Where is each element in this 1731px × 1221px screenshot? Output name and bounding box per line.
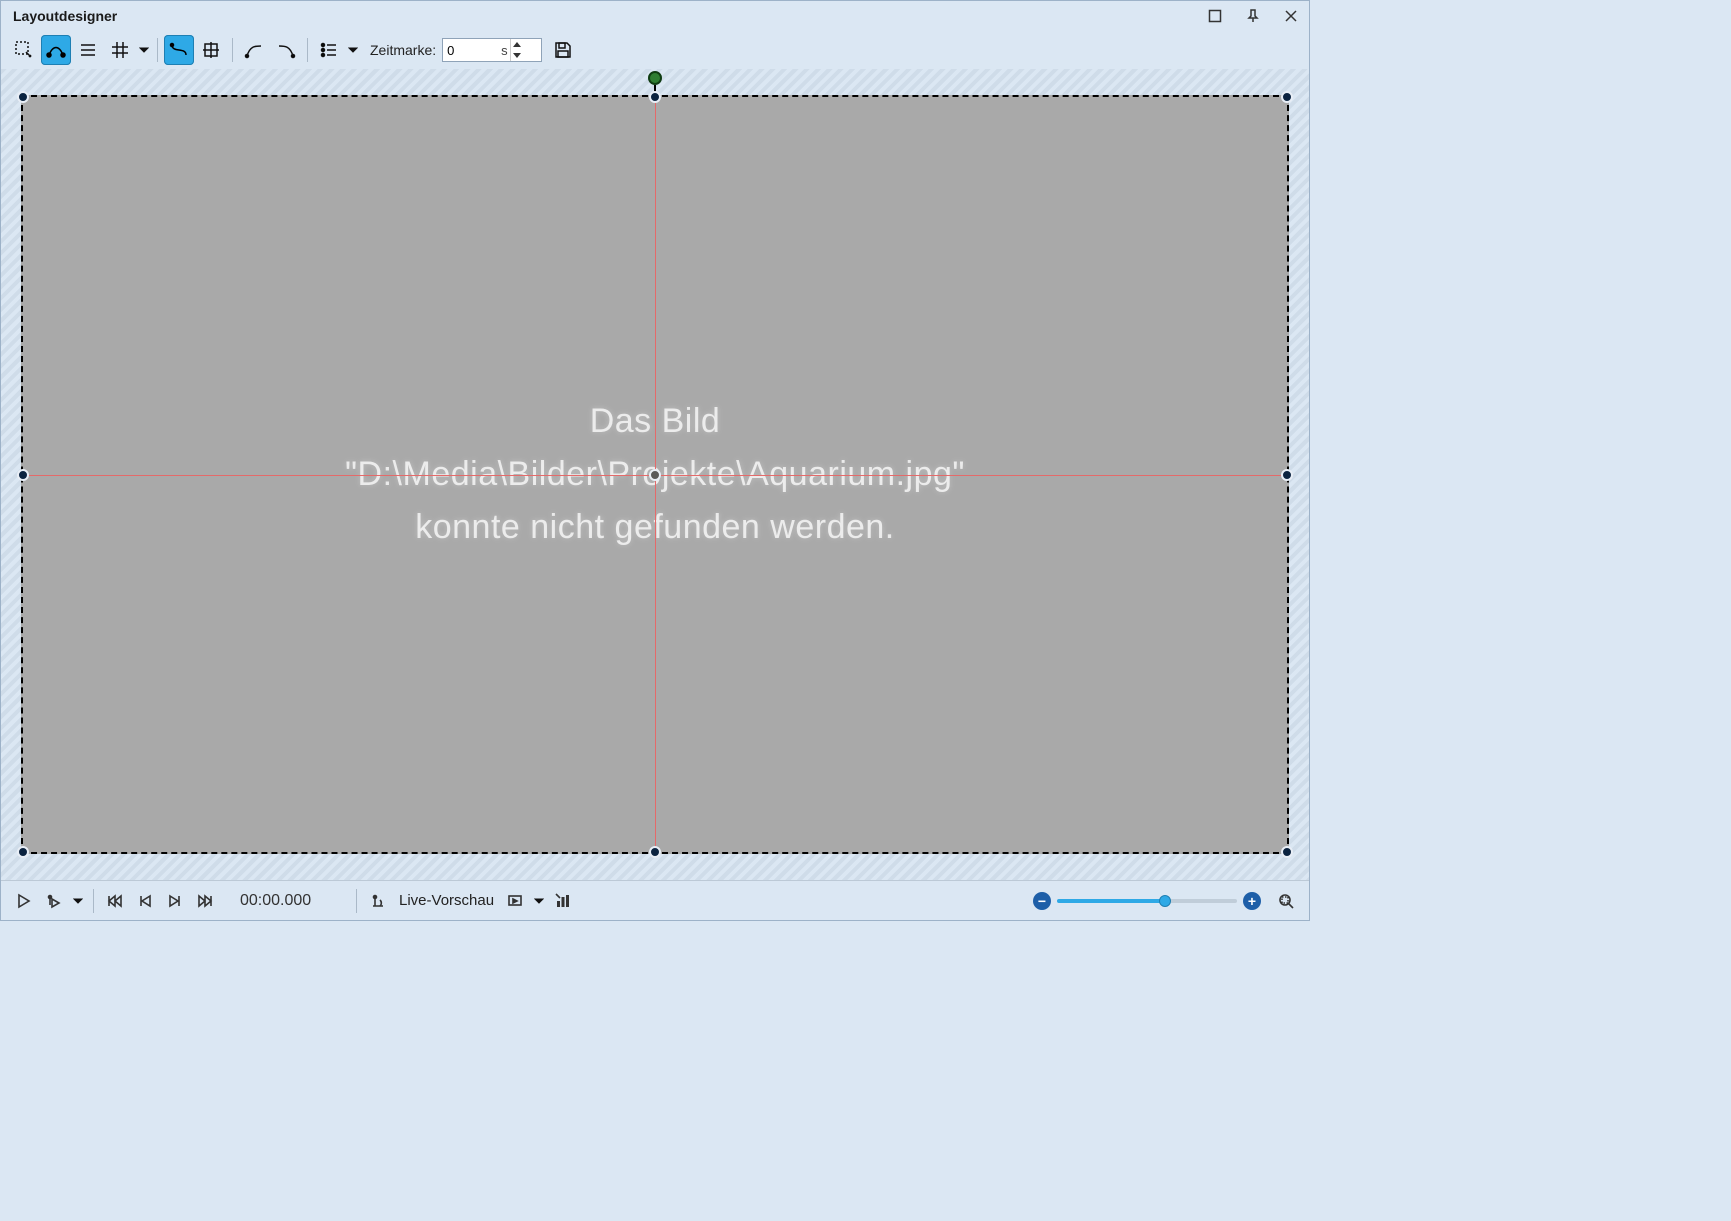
rotation-handle[interactable]	[648, 71, 662, 85]
zoom-controls: − +	[1033, 888, 1299, 914]
time-label: Zeitmarke:	[370, 42, 436, 58]
center-handle[interactable]	[649, 469, 661, 481]
zoom-fit-button[interactable]	[1273, 888, 1299, 914]
statusbar-separator	[93, 889, 94, 913]
zoom-slider-thumb[interactable]	[1159, 895, 1171, 907]
resize-handle-se[interactable]	[1281, 846, 1293, 858]
resize-handle-ne[interactable]	[1281, 91, 1293, 103]
close-button[interactable]	[1283, 8, 1299, 24]
play-button[interactable]	[11, 888, 37, 914]
resize-handle-s[interactable]	[649, 846, 661, 858]
pin-button[interactable]	[1245, 8, 1261, 24]
step-forward-button[interactable]	[162, 888, 188, 914]
time-input[interactable]: s	[442, 38, 542, 62]
time-unit: s	[501, 43, 510, 58]
preview-window-button[interactable]	[502, 888, 528, 914]
resize-handle-e[interactable]	[1281, 469, 1293, 481]
curve-end-button[interactable]	[271, 35, 301, 65]
play-from-marker-button[interactable]	[41, 888, 67, 914]
motion-path-button[interactable]	[164, 35, 194, 65]
list-button[interactable]	[314, 35, 344, 65]
live-preview-label: Live-Vorschau	[399, 892, 494, 909]
maximize-button[interactable]	[1207, 8, 1223, 24]
resize-handle-w[interactable]	[17, 469, 29, 481]
resize-handle-n[interactable]	[649, 91, 661, 103]
resize-handle-sw[interactable]	[17, 846, 29, 858]
window-controls	[1207, 8, 1299, 24]
zoom-out-button[interactable]: −	[1033, 892, 1051, 910]
toolbar: Zeitmarke: s	[1, 31, 1309, 69]
path-tool-button[interactable]	[41, 35, 71, 65]
zoom-slider[interactable]	[1057, 899, 1237, 903]
time-spinner-down[interactable]	[511, 50, 524, 61]
save-button[interactable]	[548, 35, 578, 65]
list-dropdown[interactable]	[346, 45, 360, 55]
goto-end-button[interactable]	[192, 888, 218, 914]
play-dropdown[interactable]	[71, 896, 85, 906]
toolbar-separator	[232, 38, 233, 62]
canvas-area[interactable]: Das Bild "D:\Media\Bilder\Projekte\Aquar…	[1, 69, 1309, 880]
canvas-selection[interactable]: Das Bild "D:\Media\Bilder\Projekte\Aquar…	[21, 95, 1289, 854]
curve-start-button[interactable]	[239, 35, 269, 65]
time-spinner-up[interactable]	[511, 39, 524, 50]
grid-dropdown[interactable]	[137, 45, 151, 55]
goto-start-button[interactable]	[102, 888, 128, 914]
live-preview-icon[interactable]	[365, 888, 391, 914]
toolbar-separator	[157, 38, 158, 62]
settings-bars-button[interactable]	[550, 888, 576, 914]
step-back-button[interactable]	[132, 888, 158, 914]
toolbar-separator	[307, 38, 308, 62]
timecode-display: 00:00.000	[240, 892, 330, 910]
keyframe-button[interactable]	[196, 35, 226, 65]
align-tool-button[interactable]	[73, 35, 103, 65]
resize-handle-nw[interactable]	[17, 91, 29, 103]
statusbar-separator	[356, 889, 357, 913]
zoom-in-button[interactable]: +	[1243, 892, 1261, 910]
preview-dropdown[interactable]	[532, 896, 546, 906]
status-bar: 00:00.000 Live-Vorschau − +	[1, 880, 1309, 920]
window-title: Layoutdesigner	[13, 8, 117, 24]
time-value-field[interactable]	[443, 43, 501, 58]
title-bar: Layoutdesigner	[1, 1, 1309, 31]
grid-tool-button[interactable]	[105, 35, 135, 65]
selection-tool-button[interactable]	[9, 35, 39, 65]
